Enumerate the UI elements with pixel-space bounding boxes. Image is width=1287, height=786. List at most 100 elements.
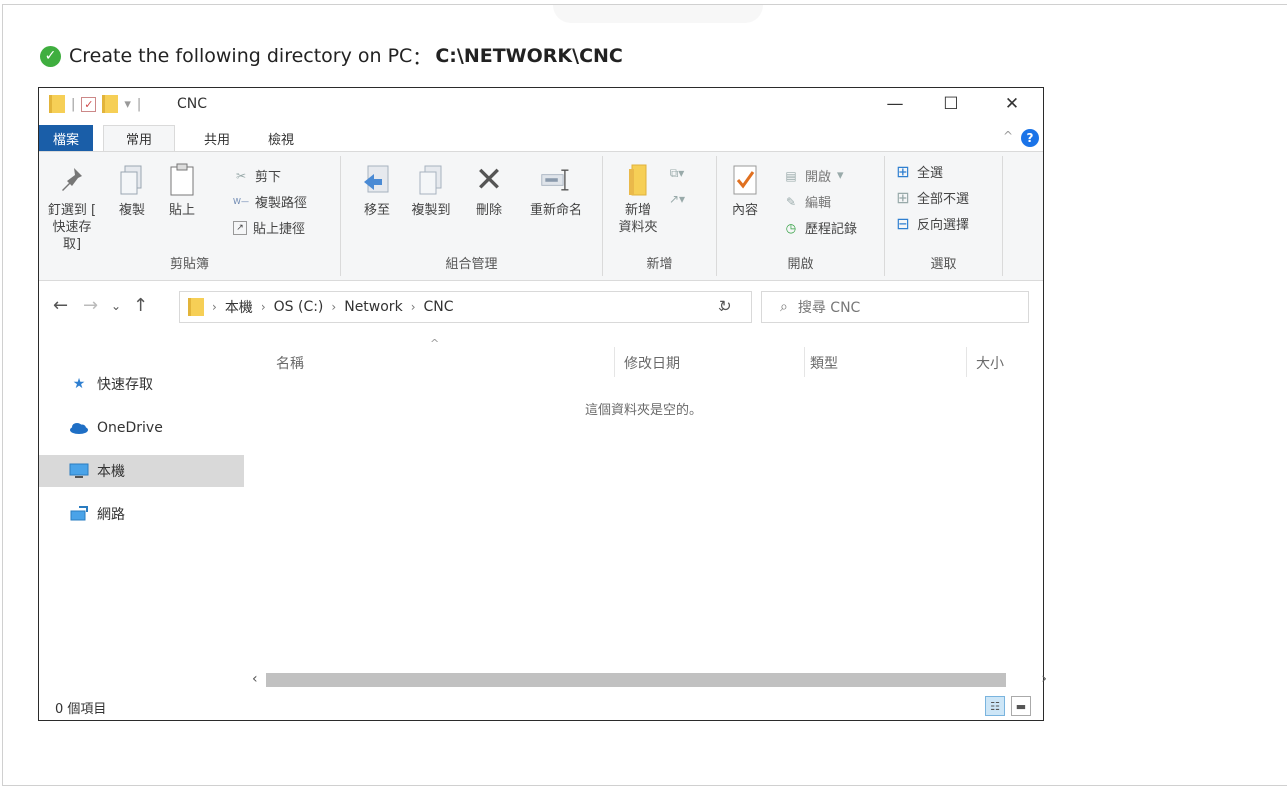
cut-label: 剪下: [255, 170, 282, 185]
navigation-pane: ★ 快速存取 OneDrive 本機 網路: [39, 348, 244, 678]
tab-file[interactable]: 檔案: [39, 125, 93, 151]
column-divider[interactable]: [804, 347, 805, 377]
column-header-size[interactable]: 大小: [976, 353, 1004, 373]
tab-home[interactable]: 常用: [103, 125, 175, 151]
copy-to-label: 複製到: [411, 203, 451, 218]
scroll-right-icon[interactable]: ›: [1041, 671, 1047, 687]
paste-button[interactable]: 貼上: [159, 162, 205, 219]
edit-label: 編輯: [805, 196, 832, 211]
open-button[interactable]: ▤ 開啟 ▾: [783, 166, 844, 185]
properties-check-icon[interactable]: ✓: [81, 96, 97, 112]
move-to-icon: [361, 162, 393, 198]
help-icon[interactable]: ?: [1021, 129, 1039, 147]
instruction-text: Create the following directory on PC: [69, 45, 413, 67]
move-to-label: 移至: [363, 203, 390, 218]
copy-to-button[interactable]: 複製到: [403, 162, 459, 219]
scissors-icon: ✂: [235, 168, 247, 183]
sidebar-item-onedrive[interactable]: OneDrive: [39, 412, 244, 444]
cut-button[interactable]: ✂ 剪下: [233, 166, 282, 186]
column-divider[interactable]: [614, 347, 615, 377]
breadcrumb: › 本機 › OS (C:) › Network › CNC: [188, 297, 454, 317]
open-group: 內容 ▤ 開啟 ▾ ✎ 編輯 ◷ 歷程記錄 開啟: [717, 156, 885, 276]
open-group-label: 開啟: [787, 257, 814, 272]
refresh-icon[interactable]: ↻: [719, 297, 732, 315]
organize-group-label: 組合管理: [445, 257, 498, 272]
properties-button[interactable]: 內容: [725, 162, 765, 219]
column-header-name[interactable]: 名稱: [276, 353, 304, 373]
crumb-cnc[interactable]: CNC: [424, 299, 454, 315]
chevron-right-icon: ›: [212, 300, 217, 314]
new-folder-icon[interactable]: [102, 95, 119, 113]
minimize-button[interactable]: —: [877, 91, 913, 117]
select-all-icon: ⊞: [896, 162, 910, 181]
check-icon: ✓: [40, 45, 61, 67]
copy-icon: [116, 162, 148, 198]
forward-arrow-icon[interactable]: →: [83, 295, 98, 316]
invert-selection-icon: ⊟: [896, 214, 910, 233]
invert-selection-button[interactable]: ⊟ 反向選擇: [895, 214, 969, 233]
large-icons-view-icon[interactable]: ▬: [1011, 696, 1031, 716]
organize-group: 移至 複製到 ✕ 刪除 重新命名 組合管理: [341, 156, 603, 276]
scroll-left-icon[interactable]: ‹: [252, 671, 258, 687]
qa-dropdown-icon[interactable]: ▾: [124, 97, 131, 112]
back-arrow-icon[interactable]: ←: [53, 295, 68, 316]
column-divider[interactable]: [966, 347, 967, 377]
column-header-date-modified[interactable]: 修改日期: [624, 353, 680, 373]
search-icon: ⌕: [780, 299, 788, 315]
history-button[interactable]: ◷ 歷程記錄: [783, 218, 857, 238]
move-to-button[interactable]: 移至: [355, 162, 399, 219]
invert-selection-label: 反向選擇: [917, 218, 970, 233]
select-group-label: 選取: [930, 257, 957, 272]
tab-share[interactable]: 共用: [189, 125, 245, 151]
sidebar-item-this-pc[interactable]: 本機: [39, 455, 244, 487]
scrollbar-thumb[interactable]: [266, 673, 1006, 687]
delete-button[interactable]: ✕ 刪除: [469, 162, 509, 219]
paste-label: 貼上: [168, 203, 195, 218]
copy-path-icon: W—: [233, 197, 249, 206]
crumb-this-pc[interactable]: 本機: [225, 297, 253, 317]
sidebar-item-quick-access[interactable]: ★ 快速存取: [39, 368, 244, 400]
tab-view[interactable]: 檢視: [253, 125, 309, 151]
crumb-network[interactable]: Network: [344, 299, 402, 315]
rename-button[interactable]: 重新命名: [521, 162, 591, 219]
toolbar-divider: |: [136, 96, 142, 112]
open-icon: ▤: [785, 168, 797, 183]
paste-shortcut-button[interactable]: ↗ 貼上捷徑: [233, 218, 305, 237]
collapse-ribbon-icon[interactable]: ^: [1003, 129, 1013, 143]
up-arrow-icon[interactable]: ↑: [133, 295, 148, 316]
ribbon: 釘選到 [ 快速存取] 複製 貼上 ✂ 剪下 W— 複製路徑 ↗ 貼上捷徑 剪貼…: [39, 151, 1043, 281]
pin-quick-access-button[interactable]: 釘選到 [ 快速存取]: [45, 162, 99, 253]
address-box[interactable]: › 本機 › OS (C:) › Network › CNC ⌄: [179, 291, 752, 323]
file-list: ^ 名稱 修改日期 類型 大小 這個資料夾是空的。: [244, 333, 1043, 678]
new-item-button[interactable]: ⧉▾: [669, 166, 685, 180]
column-header-type[interactable]: 類型: [810, 353, 838, 373]
properties-label: 內容: [731, 203, 758, 218]
recent-dropdown-icon[interactable]: ⌄: [111, 299, 121, 313]
new-item-icon: ⧉▾: [669, 165, 685, 180]
paste-shortcut-icon: ↗: [233, 220, 247, 235]
easy-access-icon: ↗▾: [668, 192, 686, 206]
new-folder-button[interactable]: 新增 資料夾: [613, 162, 663, 236]
folder-icon[interactable]: [49, 95, 65, 113]
delete-label: 刪除: [475, 203, 502, 218]
paste-icon: [166, 162, 198, 198]
sidebar-item-network[interactable]: 網路: [39, 498, 244, 530]
copy-button[interactable]: 複製: [109, 162, 155, 219]
rename-label: 重新命名: [529, 203, 582, 218]
properties-check-icon: [729, 162, 761, 198]
maximize-button[interactable]: ☐: [933, 91, 969, 117]
crumb-drive[interactable]: OS (C:): [274, 299, 324, 315]
select-none-button[interactable]: ⊞ 全部不選: [895, 188, 969, 207]
details-view-icon[interactable]: ☷: [985, 696, 1005, 716]
search-input[interactable]: ⌕ 搜尋 CNC: [761, 291, 1029, 323]
copy-label: 複製: [118, 203, 145, 218]
easy-access-button[interactable]: ↗▾: [669, 192, 685, 206]
select-none-icon: ⊞: [896, 188, 910, 207]
open-dropdown-icon: ▾: [837, 168, 844, 183]
copy-path-button[interactable]: W— 複製路徑: [233, 192, 307, 211]
horizontal-scrollbar[interactable]: ‹ ›: [244, 671, 1047, 689]
select-all-button[interactable]: ⊞ 全選: [895, 162, 943, 181]
edit-button[interactable]: ✎ 編輯: [783, 192, 832, 212]
close-button[interactable]: ✕: [994, 91, 1030, 117]
chevron-right-icon: ›: [410, 300, 416, 314]
